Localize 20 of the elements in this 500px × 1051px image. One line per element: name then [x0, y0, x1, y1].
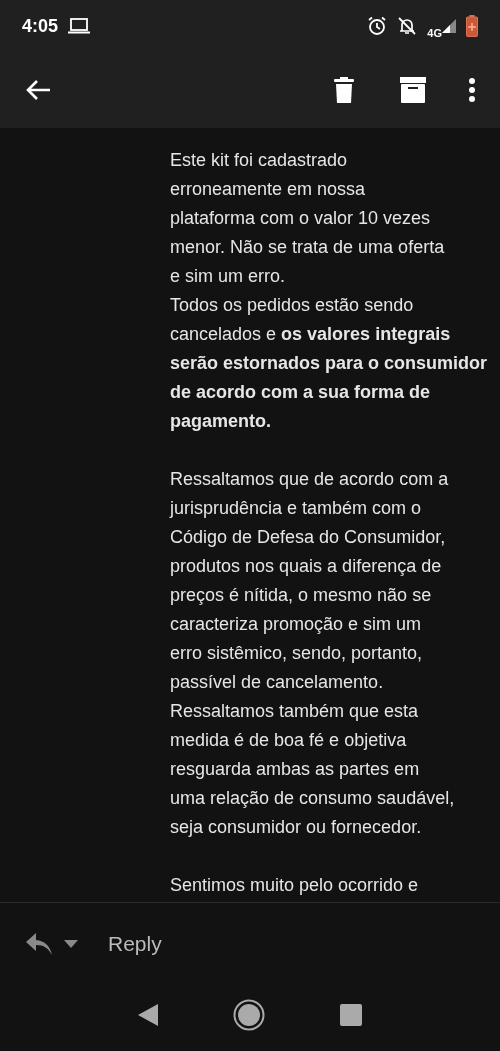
recents-icon[interactable] — [340, 1004, 363, 1026]
more-options-button[interactable] — [468, 78, 476, 102]
alarm-icon — [367, 16, 388, 36]
home-icon[interactable] — [233, 999, 265, 1031]
network-type: 4G — [427, 27, 442, 39]
signal-icon — [442, 19, 456, 33]
clock-time: 4:05 — [22, 15, 59, 37]
laptop-icon — [68, 18, 91, 34]
reply-button[interactable]: Reply — [108, 932, 162, 956]
delete-button[interactable] — [334, 77, 354, 103]
message-paragraph: Este kit foi cadastrado erroneamente em nossa plataforma com o valor 10 vezes menor. Não se trata de uma oferta e sim um erro. Todos os pedidos estão sendo cancelados e os valores integrais serão estornados para o consumidor de acordo com a sua forma de pagamento. — [170, 149, 489, 433]
archive-button[interactable] — [400, 77, 426, 103]
message-paragraph: Sentimos muito pelo ocorrido e — [170, 874, 420, 897]
battery-icon — [466, 15, 478, 37]
nav-back-icon[interactable] — [137, 1004, 158, 1026]
dropdown-caret-icon[interactable] — [64, 940, 78, 948]
muted-bell-icon — [397, 16, 418, 36]
message-paragraph: Ressaltamos que de acordo com a jurisprudência e também com o Código de Defesa do Consumidor, produtos nos quais a diferença de preços é nítida, o mesmo não se caracteriza promoção e sim um erro sistêmico, sendo, portanto, passível de cancelamento. Ressaltamos também que esta medida é de boa fé e objetiva resguarda ambas as partes em uma relação de consumo saudável, seja consumidor ou fornecedor. — [170, 468, 456, 839]
back-button[interactable] — [26, 79, 52, 101]
reply-icon[interactable] — [26, 933, 54, 955]
